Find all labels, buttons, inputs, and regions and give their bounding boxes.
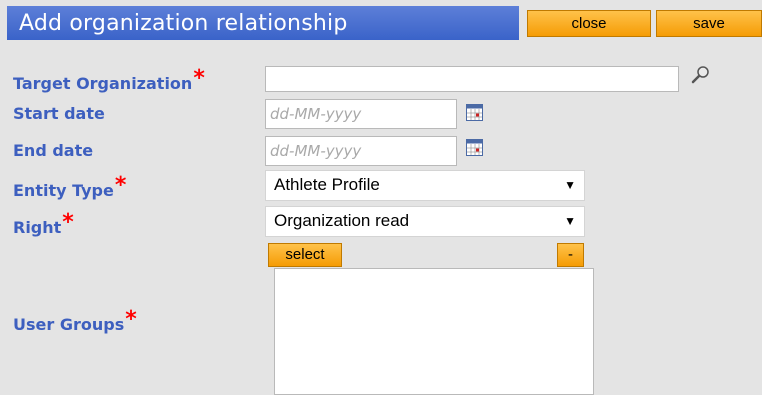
- user-groups-label-text: User Groups: [13, 315, 125, 334]
- save-button[interactable]: save: [656, 10, 762, 37]
- required-marker: *: [193, 66, 205, 91]
- required-marker: *: [62, 210, 74, 235]
- end-date-input[interactable]: dd-MM-yyyy: [265, 136, 457, 166]
- start-date-label: Start date: [13, 104, 105, 123]
- required-marker: *: [125, 307, 137, 332]
- target-organization-label-text: Target Organization: [13, 74, 193, 93]
- user-groups-label: User Groups*: [13, 307, 137, 336]
- entity-type-select[interactable]: Athlete Profile ▼: [265, 170, 585, 201]
- entity-type-label-text: Entity Type: [13, 181, 114, 200]
- right-selected: Organization read: [274, 211, 410, 230]
- calendar-icon[interactable]: [466, 139, 483, 156]
- dialog-title: Add organization relationship: [19, 11, 348, 36]
- calendar-icon[interactable]: [466, 104, 483, 121]
- dialog-header: Add organization relationship: [7, 6, 519, 40]
- target-organization-input[interactable]: [265, 66, 679, 92]
- remove-user-group-button[interactable]: -: [557, 243, 584, 267]
- entity-type-label: Entity Type*: [13, 173, 126, 202]
- close-button[interactable]: close: [527, 10, 651, 37]
- end-date-label: End date: [13, 141, 94, 160]
- dropdown-arrow-icon: ▼: [564, 178, 576, 192]
- target-organization-label: Target Organization*: [13, 66, 205, 95]
- entity-type-selected: Athlete Profile: [274, 175, 380, 194]
- dropdown-arrow-icon: ▼: [564, 214, 576, 228]
- user-groups-list[interactable]: [274, 268, 594, 395]
- search-icon[interactable]: [691, 65, 711, 85]
- right-label-text: Right: [13, 218, 62, 237]
- right-label: Right*: [13, 210, 74, 239]
- select-user-groups-button[interactable]: select: [268, 243, 342, 267]
- required-marker: *: [114, 173, 127, 198]
- right-select[interactable]: Organization read ▼: [265, 206, 585, 237]
- start-date-input[interactable]: dd-MM-yyyy: [265, 99, 457, 129]
